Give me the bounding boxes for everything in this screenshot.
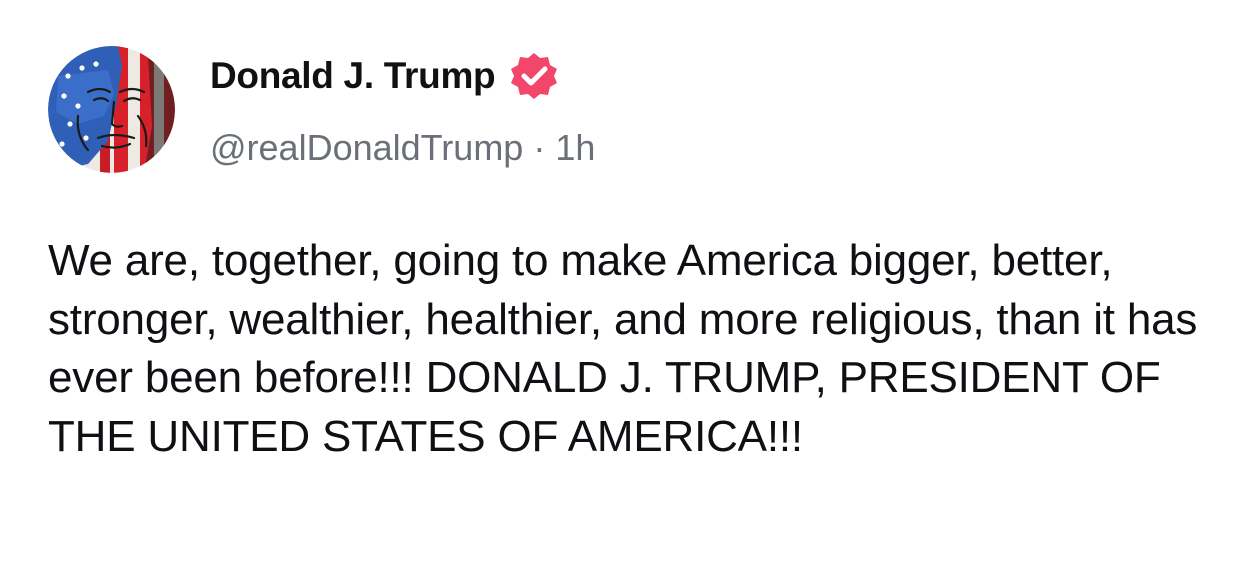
flag-face-avatar-icon bbox=[48, 46, 175, 173]
display-name[interactable]: Donald J. Trump bbox=[210, 55, 496, 97]
post-text: We are, together, going to make America … bbox=[48, 236, 1198, 461]
meta-separator: · bbox=[533, 127, 546, 168]
avatar[interactable] bbox=[48, 46, 175, 173]
post-timestamp[interactable]: 1h bbox=[555, 127, 595, 169]
verified-badge-icon bbox=[509, 51, 559, 101]
author-handle[interactable]: @realDonaldTrump bbox=[210, 127, 523, 169]
post-meta: @realDonaldTrump · 1h bbox=[210, 124, 595, 172]
author-name-row: Donald J. Trump bbox=[210, 52, 559, 100]
post-card: Donald J. Trump @realDonaldTrump · 1h We… bbox=[0, 0, 1242, 578]
